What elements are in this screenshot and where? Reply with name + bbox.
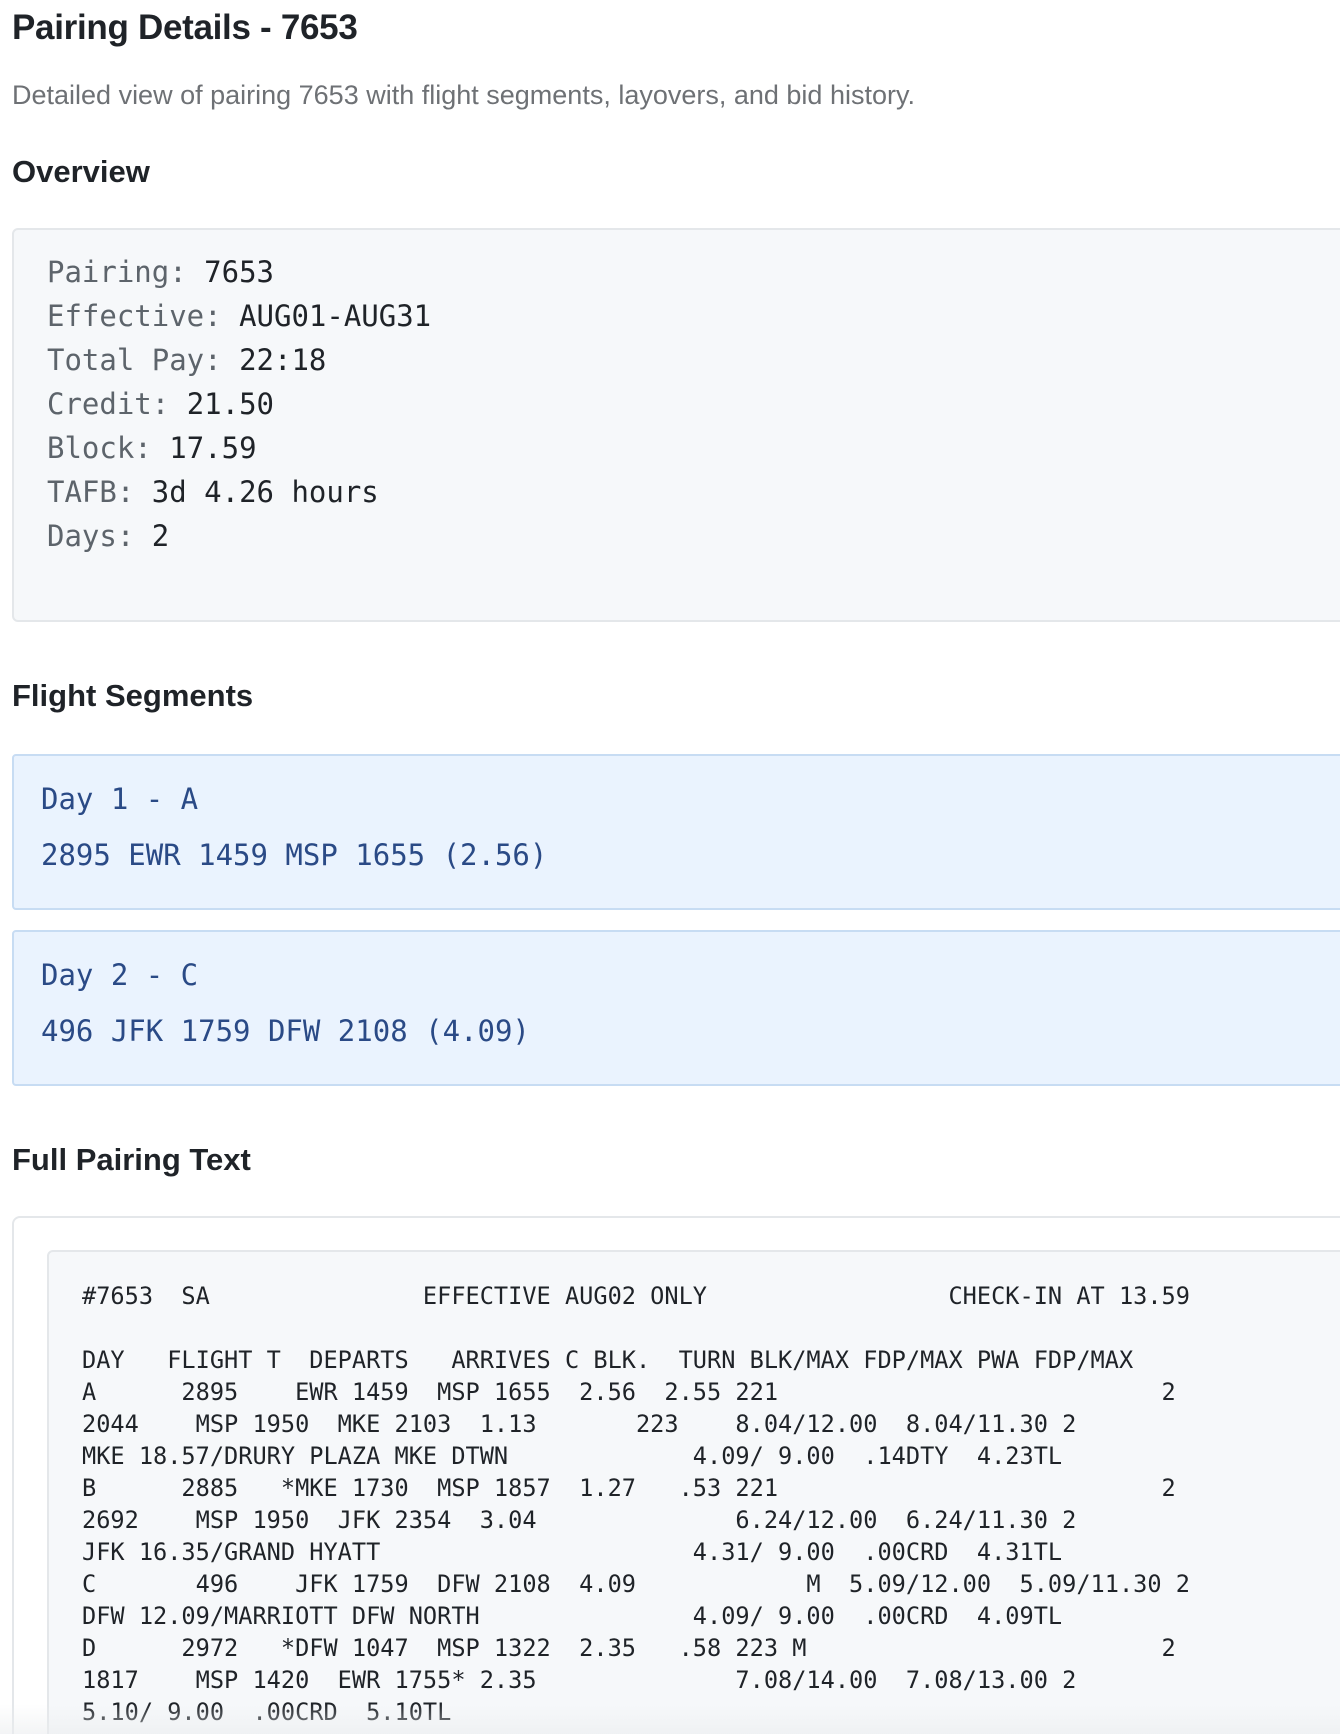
pairing-text-line: B 2885 *MKE 1730 MSP 1857 1.27 .53 221 2 — [82, 1474, 1176, 1502]
overview-label: TAFB: — [47, 475, 135, 509]
overview-row-block: Block: 17.59 — [47, 431, 257, 465]
pairing-text-line: A 2895 EWR 1459 MSP 1655 2.56 2.55 221 2 — [82, 1378, 1176, 1406]
segment-day-title: Day 1 - A — [41, 782, 199, 816]
overview-label: Days: — [47, 519, 135, 553]
overview-heading: Overview — [12, 154, 150, 189]
pairing-text-line: #7653 SA EFFECTIVE AUG02 ONLY CHECK-IN A… — [82, 1282, 1190, 1310]
overview-value: 22:18 — [239, 343, 327, 377]
overview-row-days: Days: 2 — [47, 519, 169, 553]
segment-day-title: Day 2 - C — [41, 958, 199, 992]
overview-row-effective: Effective: AUG01-AUG31 — [47, 299, 431, 333]
flight-segment-card: Day 1 - A 2895 EWR 1459 MSP 1655 (2.56) — [12, 754, 1340, 910]
overview-value: 17.59 — [169, 431, 257, 465]
overview-value: AUG01-AUG31 — [239, 299, 432, 333]
pairing-text-line: JFK 16.35/GRAND HYATT 4.31/ 9.00 .00CRD … — [82, 1538, 1063, 1566]
pairing-text-line: C 496 JFK 1759 DFW 2108 4.09 M 5.09/12.0… — [82, 1570, 1190, 1598]
segment-flight-info: 2895 EWR 1459 MSP 1655 (2.56) — [41, 838, 548, 872]
overview-label: Total Pay: — [47, 343, 222, 377]
full-pairing-text-heading: Full Pairing Text — [12, 1142, 251, 1177]
overview-value: 7653 — [204, 255, 274, 289]
overview-row-tafb: TAFB: 3d 4.26 hours — [47, 475, 379, 509]
pairing-text-line: D 2972 *DFW 1047 MSP 1322 2.35 .58 223 M… — [82, 1634, 1176, 1662]
flight-segment-card: Day 2 - C 496 JFK 1759 DFW 2108 (4.09) — [12, 930, 1340, 1086]
overview-label: Effective: — [47, 299, 222, 333]
overview-card: Pairing: 7653 Effective: AUG01-AUG31 Tot… — [12, 228, 1340, 622]
pairing-text-line: 1817 MSP 1420 EWR 1755* 2.35 7.08/14.00 … — [82, 1666, 1077, 1694]
overview-value: 21.50 — [186, 387, 274, 421]
overview-value: 3d 4.26 hours — [151, 475, 379, 509]
pairing-text-line: DFW 12.09/MARRIOTT DFW NORTH 4.09/ 9.00 … — [82, 1602, 1063, 1630]
pairing-text-line: 2692 MSP 1950 JFK 2354 3.04 6.24/12.00 6… — [82, 1506, 1077, 1534]
overview-row-credit: Credit: 21.50 — [47, 387, 274, 421]
pairing-text-line: DAY FLIGHT T DEPARTS ARRIVES C BLK. TURN… — [82, 1346, 1134, 1374]
pairing-text-line: 2044 MSP 1950 MKE 2103 1.13 223 8.04/12.… — [82, 1410, 1077, 1438]
segment-flight-info: 496 JFK 1759 DFW 2108 (4.09) — [41, 1014, 530, 1048]
pairing-text-line: MKE 18.57/DRURY PLAZA MKE DTWN 4.09/ 9.0… — [82, 1442, 1063, 1470]
pairing-details-page: Pairing Details - 7653 Detailed view of … — [0, 0, 1340, 1734]
page-title: Pairing Details - 7653 — [12, 8, 358, 47]
full-pairing-text-card: #7653 SA EFFECTIVE AUG02 ONLY CHECK-IN A… — [12, 1216, 1340, 1734]
overview-row-total-pay: Total Pay: 22:18 — [47, 343, 326, 377]
page-subtitle: Detailed view of pairing 7653 with fligh… — [12, 80, 915, 110]
overview-label: Block: — [47, 431, 152, 465]
overview-label: Credit: — [47, 387, 170, 421]
overview-row-pairing: Pairing: 7653 — [47, 255, 274, 289]
pairing-text-block: #7653 SA EFFECTIVE AUG02 ONLY CHECK-IN A… — [47, 1250, 1340, 1734]
overview-label: Pairing: — [47, 255, 187, 289]
overview-value: 2 — [151, 519, 170, 553]
flight-segments-heading: Flight Segments — [12, 678, 254, 713]
pairing-text-line: 5.10/ 9.00 .00CRD 5.10TL — [82, 1698, 452, 1726]
